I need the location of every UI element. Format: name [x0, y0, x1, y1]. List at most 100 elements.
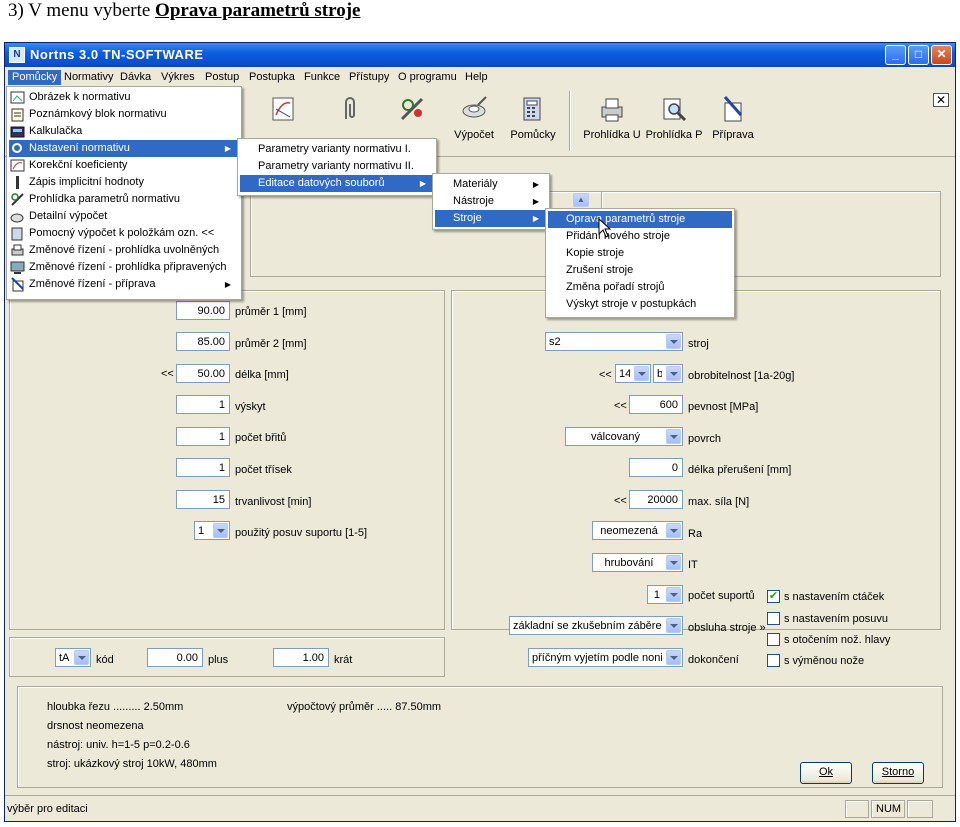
menu-item-pomocny[interactable]: Pomocný výpočet k položkám ozn. <<: [9, 225, 239, 242]
chevron-down-icon[interactable]: [634, 366, 649, 381]
tool-vypocet[interactable]: Výpočet: [443, 89, 505, 153]
obrobitelnost-marker[interactable]: <<: [599, 368, 612, 382]
plus-input[interactable]: 0.00: [147, 648, 203, 667]
menu-pristupy[interactable]: Přístupy: [345, 70, 393, 85]
menu-item-kopie-stroje[interactable]: Kopie stroje: [548, 245, 732, 262]
tool-prohlidka-u[interactable]: Prohlídka U: [581, 89, 643, 153]
menu-item-pridani-stroje[interactable]: Přidání nového stroje: [548, 228, 732, 245]
check-noze[interactable]: [767, 654, 780, 667]
chevron-down-icon[interactable]: [213, 523, 228, 538]
ra-select[interactable]: neomezená: [592, 521, 683, 540]
menu-item-korekcni[interactable]: Korekční koeficienty: [9, 157, 239, 174]
dokonceni-select[interactable]: příčným vyjetím podle nonia: [528, 648, 683, 667]
check-hlavy[interactable]: [767, 633, 780, 646]
chevron-down-icon[interactable]: [666, 555, 681, 570]
chevron-down-icon[interactable]: [666, 366, 681, 381]
vyskyt-input[interactable]: 1: [176, 395, 230, 414]
tool-prohlidka-p[interactable]: Prohlídka P: [643, 89, 705, 153]
prumer1-input[interactable]: 90.00: [176, 301, 230, 320]
chevron-down-icon[interactable]: [666, 650, 681, 665]
menu-item-zmenove-uvolnenych[interactable]: Změnové řízení - prohlídka uvolněných: [9, 242, 239, 259]
check-posuvu[interactable]: [767, 612, 780, 625]
menu-item-zapis[interactable]: Zápis implicitní hodnoty: [9, 174, 239, 191]
menu-item-poznamkovy[interactable]: Poznámkový blok normativu: [9, 106, 239, 123]
drawing-icon: [272, 97, 294, 121]
maximize-button[interactable]: □: [908, 45, 929, 65]
menu-item-obrazek[interactable]: Obrázek k normativu: [9, 89, 239, 106]
close-form-icon[interactable]: ✕: [933, 93, 949, 107]
menu-postupka[interactable]: Postupka: [245, 70, 299, 85]
obrobitelnost-number-select[interactable]: 14: [615, 364, 651, 383]
submenu-arrow-icon: ▶: [419, 179, 426, 188]
summary-tool: nástroj: univ. h=1-5 p=0.2-0.6: [47, 739, 190, 751]
menu-item-materialy[interactable]: Materiály ▶: [435, 176, 547, 193]
chevron-down-icon[interactable]: [666, 587, 681, 602]
preruseni-input[interactable]: 0: [629, 458, 683, 477]
menu-item-detailni[interactable]: Detailní výpočet: [9, 208, 239, 225]
menu-item-oprava-parametru[interactable]: Oprava parametrů stroje: [548, 211, 732, 228]
menu-funkce[interactable]: Funkce: [300, 70, 344, 85]
suportu-select[interactable]: 1: [647, 585, 683, 604]
povrch-value: válcovaný: [591, 431, 640, 443]
pevnost-input[interactable]: 600: [629, 395, 683, 414]
menu-item-zmenove-pripravenych[interactable]: Změnové řízení - prohlídka připravených: [9, 259, 239, 276]
ok-button[interactable]: Ok: [800, 762, 852, 784]
menu-help[interactable]: Help: [461, 70, 492, 85]
menu-item-kalkulacka[interactable]: Kalkulačka: [9, 123, 239, 140]
tool-priprava[interactable]: Příprava: [702, 89, 764, 153]
menu-item-zmenove-priprava[interactable]: Změnové řízení - příprava ▶: [9, 276, 239, 293]
menu-postup[interactable]: Postup: [201, 70, 243, 85]
sila-input[interactable]: 20000: [629, 490, 683, 509]
storno-button[interactable]: Storno: [872, 762, 924, 784]
menu-item-nastroje[interactable]: Nástroje ▶: [435, 193, 547, 210]
krat-input[interactable]: 1.00: [273, 648, 329, 667]
povrch-select[interactable]: válcovaný: [565, 427, 683, 446]
menu-o-programu[interactable]: O programu: [394, 70, 461, 85]
tool-pomucky[interactable]: Pomůcky: [502, 89, 564, 153]
menu-item-editace[interactable]: Editace datových souborů ▶: [240, 175, 434, 192]
close-button[interactable]: ✕: [931, 45, 952, 65]
tool-prohlidka-u-label: Prohlídka U: [583, 129, 641, 141]
menu-item-label: Obrázek k normativu: [29, 91, 131, 103]
obsluha-select[interactable]: základní se zkušebním záběrem: [509, 616, 683, 635]
scroll-up-button[interactable]: ▲: [571, 191, 593, 209]
summary-roughness: drsnost neomezena: [47, 720, 144, 732]
menu-item-vyskyt-stroje[interactable]: Výskyt stroje v postupkách: [548, 296, 732, 313]
menu-vykres[interactable]: Výkres: [157, 70, 199, 85]
code-select[interactable]: tA: [55, 648, 91, 667]
menu-item-nastaveni[interactable]: Nastavení normativu ▶: [9, 140, 239, 157]
menu-item-prohlidka-param[interactable]: Prohlídka parametrů normativu: [9, 191, 239, 208]
obrobitelnost-letter-select[interactable]: b: [653, 364, 683, 383]
delka-marker[interactable]: <<: [161, 367, 174, 381]
check-ctacek[interactable]: ✔: [767, 590, 780, 603]
it-select[interactable]: hrubování: [592, 553, 683, 572]
menu-item-parametry-2[interactable]: Parametry varianty normativu II.: [240, 158, 434, 175]
trvanlivost-input[interactable]: 15: [176, 490, 230, 509]
menu-item-parametry-1[interactable]: Parametry varianty normativu I.: [240, 141, 434, 158]
printer-icon: [11, 244, 24, 256]
menu-item-stroje[interactable]: Stroje ▶: [435, 210, 547, 227]
chevron-down-icon[interactable]: [74, 650, 89, 665]
britu-input[interactable]: 1: [176, 427, 230, 446]
chevron-down-icon[interactable]: [666, 618, 681, 633]
delka-input[interactable]: 50.00: [176, 364, 230, 383]
obrobitelnost-letter-value: b: [657, 368, 662, 380]
menu-davka[interactable]: Dávka: [116, 70, 155, 85]
chevron-down-icon[interactable]: [666, 429, 681, 444]
instruction-heading: 3) V menu vyberte Oprava parametrů stroj…: [8, 0, 360, 22]
trisek-input[interactable]: 1: [176, 458, 230, 477]
calculator-icon: [523, 97, 541, 121]
minimize-button[interactable]: _: [885, 45, 906, 65]
chevron-down-icon[interactable]: [666, 334, 681, 349]
menu-item-zmena-poradi[interactable]: Změna pořadí strojů: [548, 279, 732, 296]
stroj-select[interactable]: s2: [545, 332, 683, 351]
sila-marker[interactable]: <<: [614, 494, 627, 508]
menu-normativy[interactable]: Normativy: [60, 70, 118, 85]
chevron-down-icon[interactable]: [666, 523, 681, 538]
menu-pomucky[interactable]: Pomůcky: [8, 70, 62, 85]
submenu-arrow-icon: ▶: [224, 144, 231, 153]
pevnost-marker[interactable]: <<: [614, 399, 627, 413]
menu-item-zruseni-stroje[interactable]: Zrušení stroje: [548, 262, 732, 279]
prumer2-input[interactable]: 85.00: [176, 332, 230, 351]
posuv-select[interactable]: 1: [194, 521, 230, 540]
